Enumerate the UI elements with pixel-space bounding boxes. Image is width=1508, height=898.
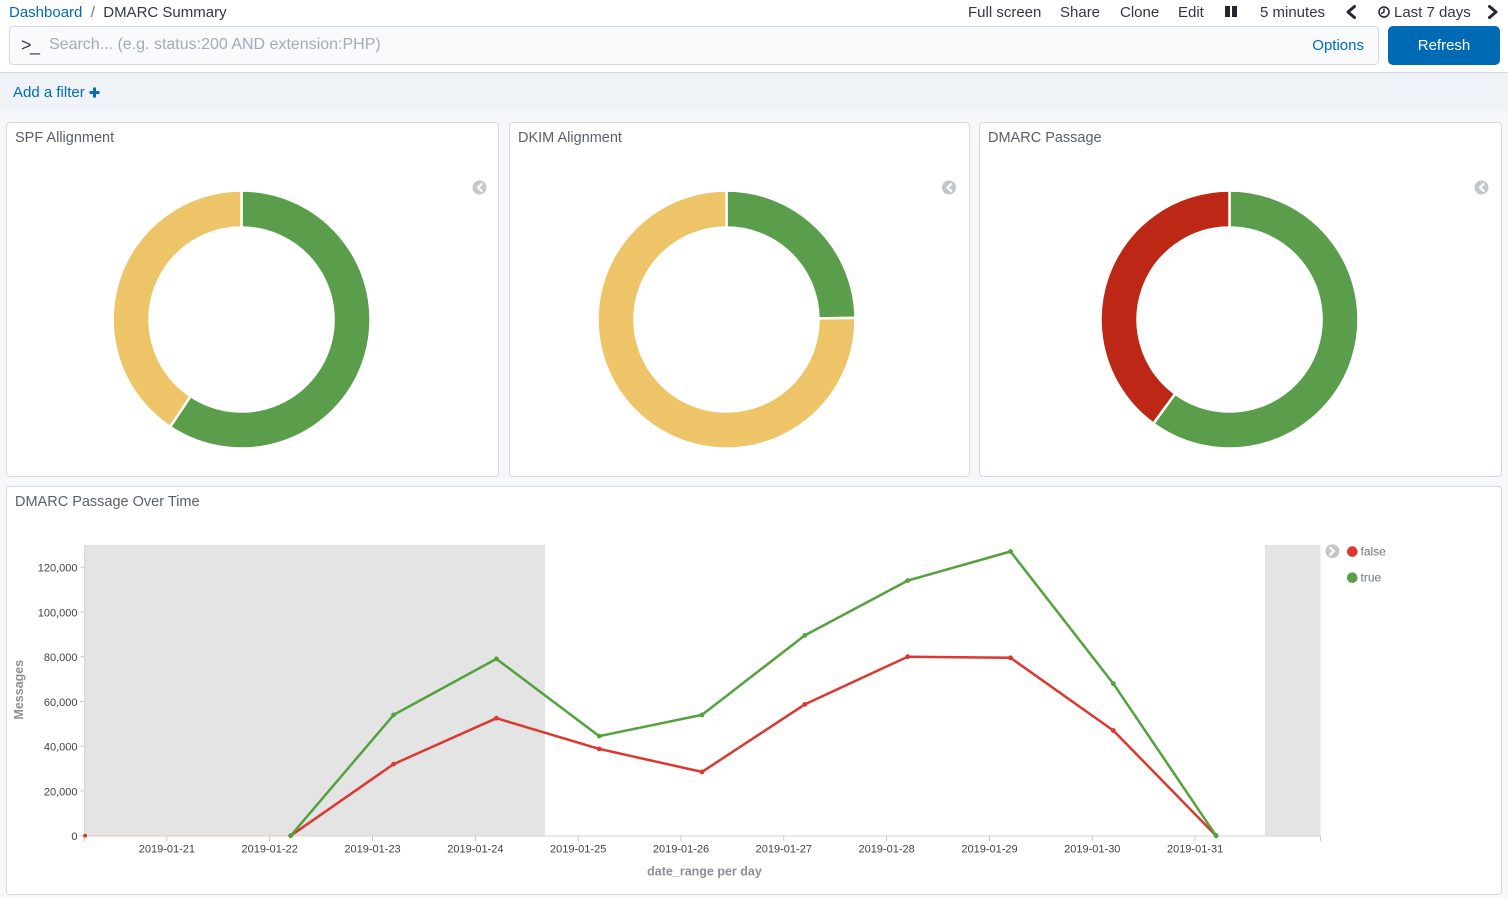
svg-text:2019-01-30: 2019-01-30 — [1064, 844, 1120, 856]
svg-text:2019-01-21: 2019-01-21 — [139, 844, 195, 856]
svg-text:2019-01-25: 2019-01-25 — [550, 844, 606, 856]
svg-text:true: true — [1361, 571, 1382, 585]
svg-text:2019-01-22: 2019-01-22 — [242, 844, 298, 856]
svg-text:2019-01-24: 2019-01-24 — [447, 844, 503, 856]
svg-text:2019-01-23: 2019-01-23 — [344, 844, 400, 856]
svg-text:2019-01-27: 2019-01-27 — [756, 844, 812, 856]
svg-text:60,000: 60,000 — [44, 697, 78, 709]
svg-text:2019-01-28: 2019-01-28 — [858, 844, 914, 856]
svg-text:2019-01-26: 2019-01-26 — [653, 844, 709, 856]
svg-text:40,000: 40,000 — [44, 742, 78, 754]
svg-text:0: 0 — [71, 831, 77, 843]
svg-text:false: false — [1361, 545, 1387, 559]
svg-text:100,000: 100,000 — [38, 607, 78, 619]
svg-text:date_range per day: date_range per day — [647, 865, 762, 879]
svg-text:120,000: 120,000 — [38, 563, 78, 575]
svg-text:80,000: 80,000 — [44, 652, 78, 664]
svg-text:20,000: 20,000 — [44, 786, 78, 798]
svg-text:2019-01-31: 2019-01-31 — [1167, 844, 1223, 856]
svg-text:Messages: Messages — [12, 660, 26, 720]
svg-text:2019-01-29: 2019-01-29 — [961, 844, 1017, 856]
